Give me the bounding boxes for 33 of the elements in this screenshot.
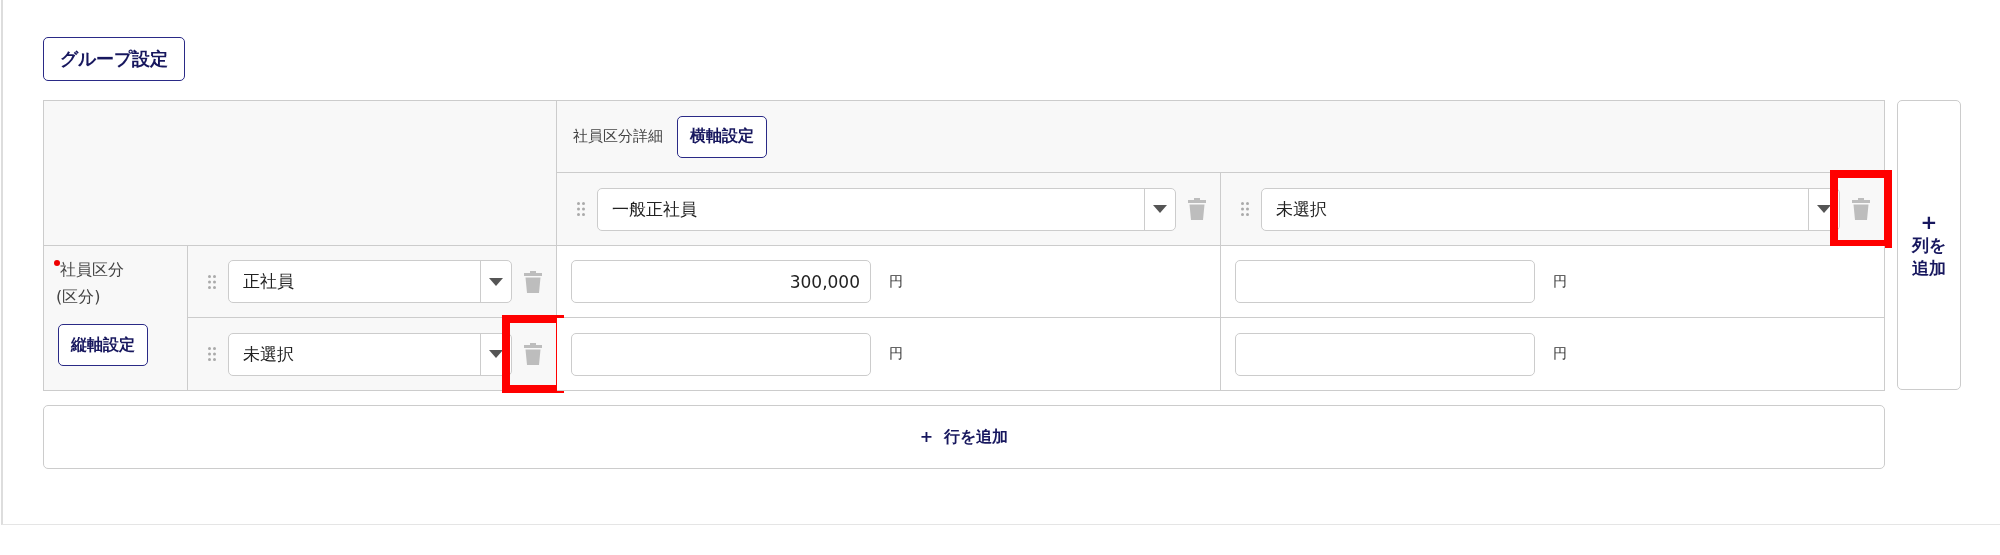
group-settings-button[interactable]: グループ設定 — [43, 37, 185, 81]
trash-icon[interactable] — [1188, 198, 1206, 220]
row-axis-sublabel: (区分) — [56, 287, 101, 308]
trash-icon[interactable] — [524, 343, 542, 365]
unit-label: 円 — [1553, 345, 1567, 363]
dropdown[interactable]: 未選択 — [1261, 187, 1840, 231]
caret-icon — [489, 277, 503, 286]
add-row-button[interactable]: + 行を追加 — [43, 405, 1885, 469]
dropdown[interactable]: 一般正社員 — [597, 187, 1176, 231]
unit-label: 円 — [889, 272, 903, 291]
unit-label: 円 — [889, 345, 903, 363]
amount-field[interactable] — [1235, 332, 1535, 376]
amount-field[interactable] — [1235, 260, 1535, 303]
dropdown[interactable]: 正社員 — [228, 260, 512, 303]
unit-label: 円 — [1553, 272, 1567, 291]
drag-handle-icon[interactable] — [208, 347, 216, 361]
caret-icon — [1153, 205, 1167, 213]
required-dot — [54, 260, 60, 266]
vertical-axis-button[interactable]: 縦軸設定 — [58, 324, 148, 366]
row-axis-label: 社員区分 — [56, 260, 124, 281]
dropdown[interactable]: 未選択 — [228, 332, 512, 376]
caret-icon — [1817, 205, 1831, 213]
drag-handle-icon[interactable] — [577, 202, 585, 216]
amount-field[interactable]: 300,000 — [571, 260, 871, 303]
drag-handle-icon[interactable] — [1241, 202, 1249, 216]
trash-icon[interactable] — [1852, 198, 1870, 220]
horizontal-axis-button[interactable]: 横軸設定 — [677, 115, 767, 158]
amount-field[interactable] — [571, 332, 871, 376]
caret-icon — [489, 350, 503, 358]
column-axis-label: 社員区分詳細 — [573, 127, 663, 146]
trash-icon[interactable] — [524, 270, 542, 293]
drag-handle-icon[interactable] — [208, 274, 216, 289]
add-column-button[interactable]: + 列を追加 — [1897, 100, 1961, 390]
